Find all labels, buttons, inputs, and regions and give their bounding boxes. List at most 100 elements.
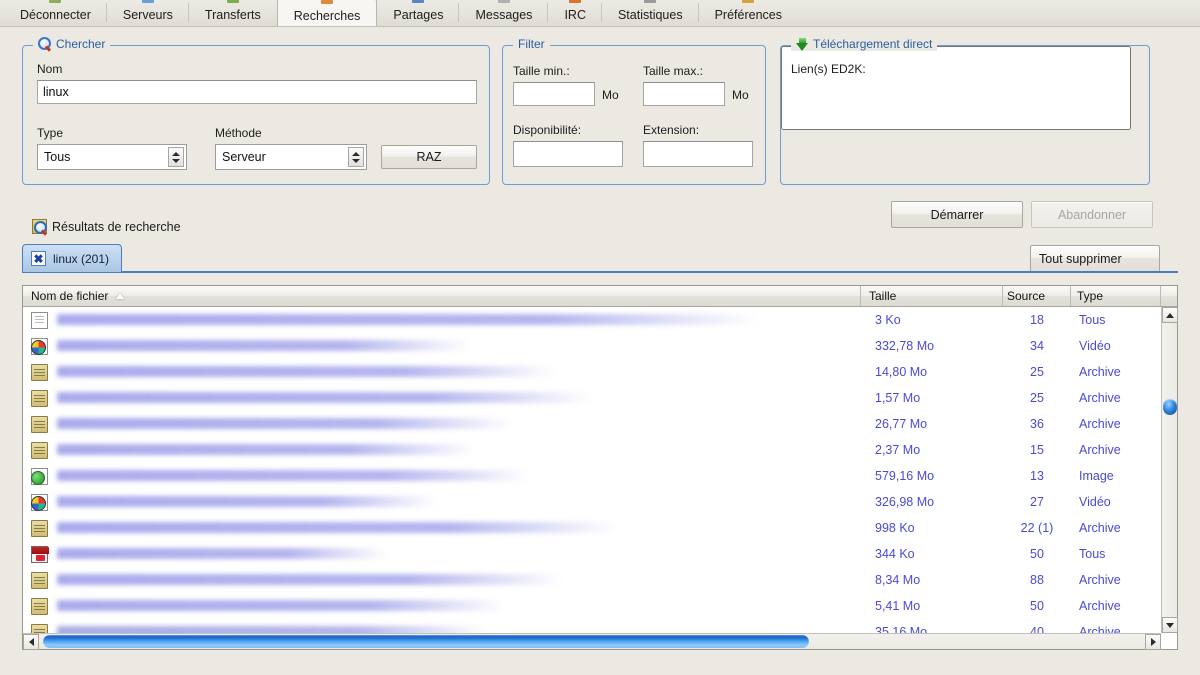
search-results-listview: Nom de fichier Taille Source Type 3 Ko 18… [22,285,1178,650]
redacted-filename [57,522,617,533]
filename-cell [55,567,861,593]
scroll-right-button[interactable] [1145,634,1161,650]
size-cell: 2,37 Mo [875,443,921,457]
ed2k-links-textarea[interactable] [781,46,1131,130]
redacted-filename [57,470,529,481]
abort-search-button: Abandonner [1031,201,1153,228]
scroll-up-button[interactable] [1162,307,1178,323]
preferences-icon [742,0,755,3]
scroll-left-button[interactable] [23,634,39,650]
table-row[interactable]: 998 Ko 22 (1) Archive [23,515,1161,541]
search-type-combo[interactable]: Tous [37,144,187,170]
size-cell: 3 Ko [875,313,901,327]
source-cell: 36 [1030,417,1044,431]
chevron-updown-icon[interactable] [348,147,364,167]
table-row[interactable]: 26,77 Mo 36 Archive [23,411,1161,437]
row-icon-cell [23,311,55,329]
column-header-filename-label: Nom de fichier [31,289,109,303]
direct-download-groupbox-label: Téléchargement direct [813,37,933,51]
filename-cell [55,463,861,489]
column-header-source[interactable]: Source [1003,286,1071,306]
scroll-down-button[interactable] [1162,617,1178,633]
filter-groupbox-label: Filter [518,37,545,51]
video-file-icon [30,493,48,511]
size-max-input[interactable] [643,82,725,106]
archive-file-icon [30,415,48,433]
column-header-size[interactable]: Taille [861,286,1003,306]
vertical-scrollbar-thumb[interactable] [1163,399,1177,415]
availability-input[interactable] [513,141,623,167]
column-header-source-label: Source [1007,289,1046,303]
size-cell: 344 Ko [875,547,915,561]
table-row[interactable]: 579,16 Mo 13 Image [23,463,1161,489]
size-cell: 14,80 Mo [875,365,928,379]
table-row[interactable]: 5,41 Mo 50 Archive [23,593,1161,619]
image-file-icon [30,467,48,485]
filename-cell [55,359,861,385]
vertical-scrollbar[interactable] [1161,307,1178,633]
type-cell: Archive [1079,599,1121,613]
toolbar-item-d-connecter[interactable]: Déconnecter [4,0,107,26]
toolbar-item-statistiques[interactable]: Statistiques [602,0,699,26]
source-cell: 18 [1030,313,1044,327]
horizontal-scrollbar-thumb[interactable] [43,635,809,648]
horizontal-scrollbar[interactable] [23,633,1161,650]
toolbar-item-irc[interactable]: IRC [548,0,602,26]
size-max-label: Taille max.: [643,64,704,78]
chevron-updown-icon[interactable] [168,147,184,167]
row-icon-cell [23,597,55,615]
toolbar-item-serveurs[interactable]: Serveurs [107,0,189,26]
size-min-label: Taille min.: [513,64,570,78]
toolbar-item-partages[interactable]: Partages [377,0,460,26]
column-header-type[interactable]: Type [1071,286,1161,306]
table-row[interactable]: 344 Ko 50 Tous [23,541,1161,567]
table-row[interactable]: 14,80 Mo 25 Archive [23,359,1161,385]
size-cell: 326,98 Mo [875,495,935,509]
extension-input[interactable] [643,141,753,167]
source-cell: 25 [1030,365,1044,379]
shares-icon [412,0,425,3]
filename-cell [55,541,861,567]
toolbar-item-messages[interactable]: Messages [459,0,549,26]
size-min-input[interactable] [513,82,595,106]
redacted-filename [57,418,512,429]
source-cell: 13 [1030,469,1044,483]
filename-cell [55,333,861,359]
disconnect-icon [49,0,62,3]
start-search-button[interactable]: Démarrer [891,201,1023,228]
toolbar-item-pr-f-rences[interactable]: Préférences [699,0,798,26]
column-header-filename[interactable]: Nom de fichier [23,286,861,306]
irc-icon [569,0,582,3]
table-row[interactable]: 8,34 Mo 88 Archive [23,567,1161,593]
toolbar-item-recherches[interactable]: Recherches [276,0,378,26]
availability-label: Disponibilité: [513,123,582,137]
search-method-combo[interactable]: Serveur [215,144,367,170]
row-icon-cell [23,545,55,563]
servers-icon [141,0,154,3]
size-cell: 8,34 Mo [875,573,921,587]
toolbar-item-transferts[interactable]: Transferts [189,0,277,26]
table-row[interactable]: 35,16 Mo 40 Archive [23,619,1161,633]
search-name-input[interactable] [37,80,477,104]
filename-cell [55,515,861,541]
row-icon-cell [23,389,55,407]
table-row[interactable]: 2,37 Mo 15 Archive [23,437,1161,463]
extension-label: Extension: [643,123,700,137]
results-tab-linux[interactable]: ✖ linux (201) [22,244,123,272]
size-cell: 26,77 Mo [875,417,928,431]
main-toolbar: Déconnecter Serveurs Transferts Recherches P… [0,0,1200,27]
table-row[interactable]: 332,78 Mo 34 Vidéo [23,333,1161,359]
reset-button[interactable]: RAZ [381,145,477,169]
table-row[interactable]: 1,57 Mo 25 Archive [23,385,1161,411]
column-header-size-label: Taille [869,289,897,303]
column-header-type-label: Type [1077,289,1104,303]
size-cell: 1,57 Mo [875,391,921,405]
size-max-unit: Mo [732,88,749,102]
table-row[interactable]: 326,98 Mo 27 Vidéo [23,489,1161,515]
filename-cell [55,307,861,333]
filename-cell [55,437,861,463]
filename-cell [55,411,861,437]
archive-file-icon [30,363,48,381]
table-row[interactable]: 3 Ko 18 Tous [23,307,1161,333]
close-tab-icon[interactable]: ✖ [31,251,46,266]
